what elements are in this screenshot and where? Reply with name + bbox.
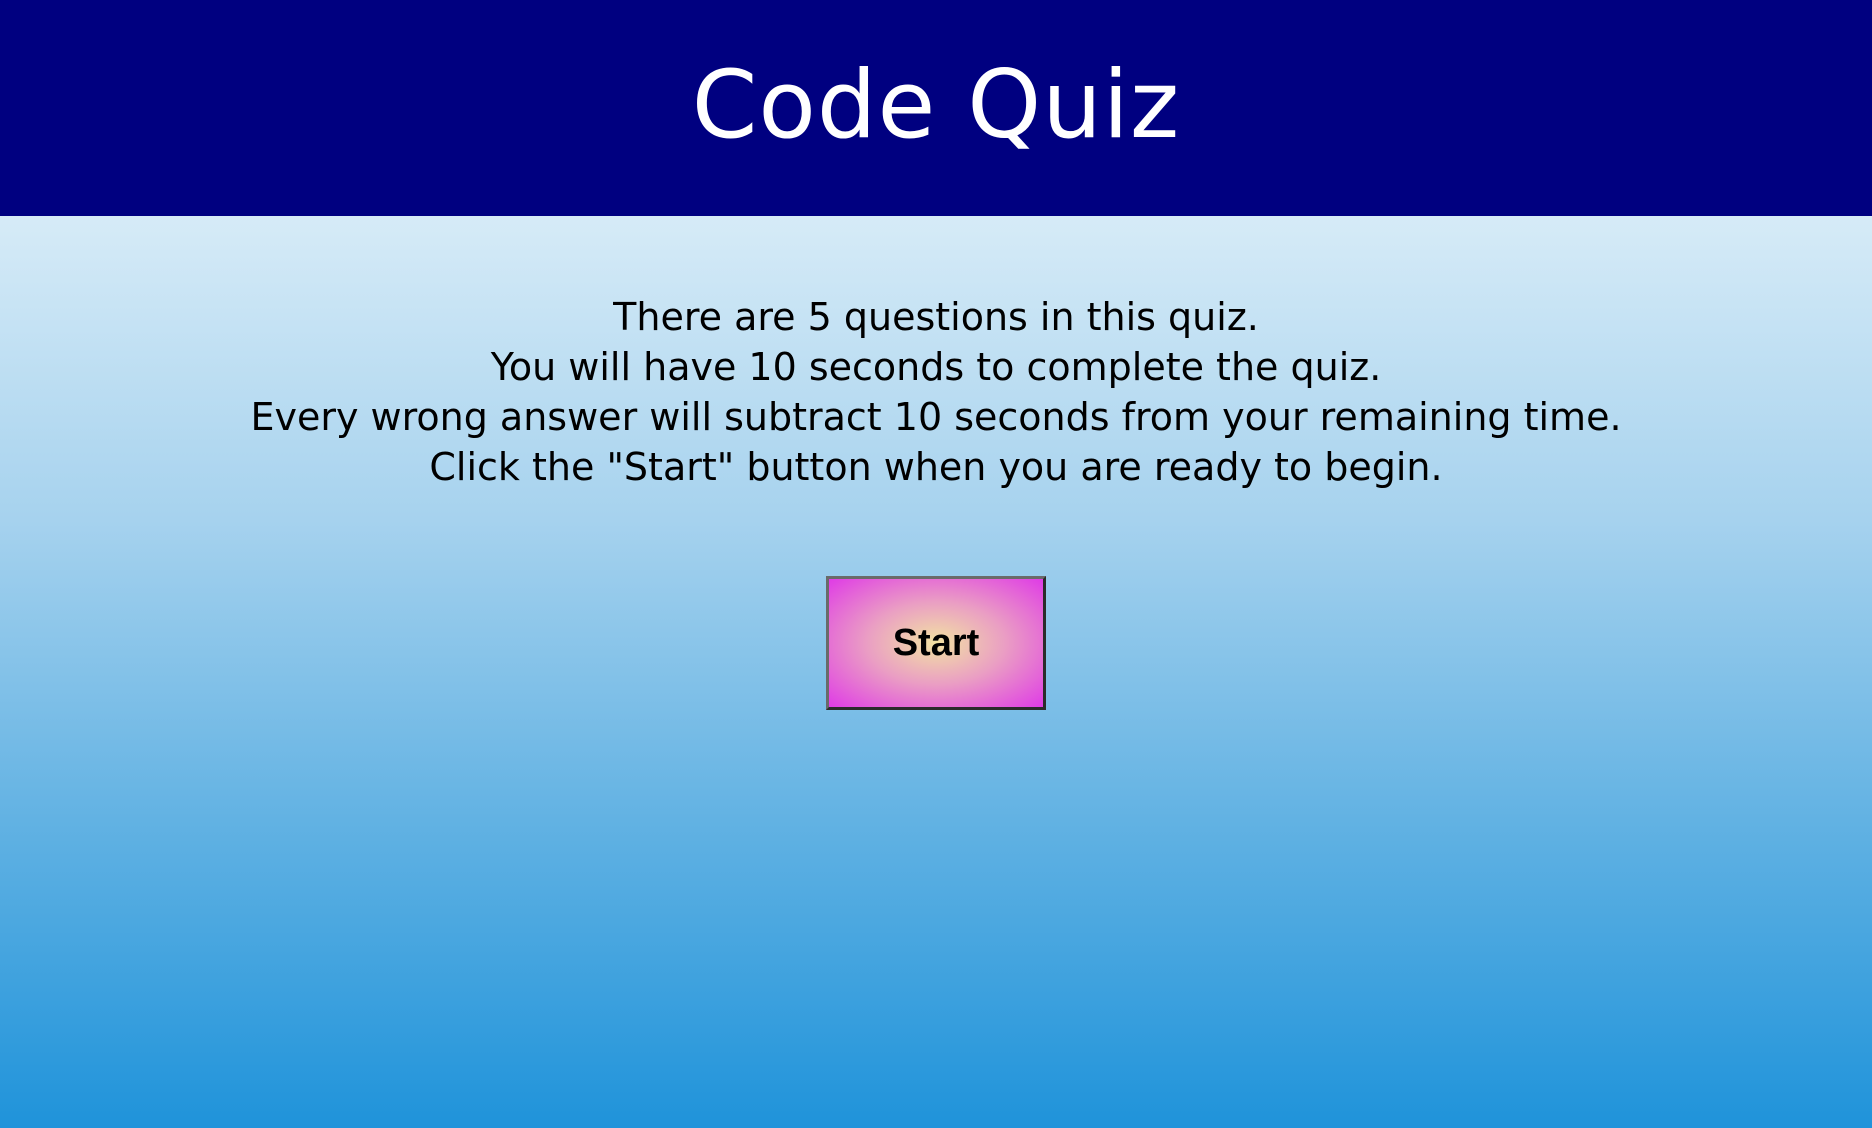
instruction-line-start-prompt: Click the "Start" button when you are re… [429,445,1443,489]
start-button[interactable]: Start [826,576,1046,710]
instruction-line-penalty: Every wrong answer will subtract 10 seco… [250,395,1622,439]
instruction-line-time-limit: You will have 10 seconds to complete the… [490,345,1382,389]
quiz-instructions: There are 5 questions in this quiz. You … [0,292,1872,492]
page-header: Code Quiz [0,0,1872,216]
instruction-line-questions: There are 5 questions in this quiz. [613,295,1259,339]
page-title: Code Quiz [691,51,1181,160]
